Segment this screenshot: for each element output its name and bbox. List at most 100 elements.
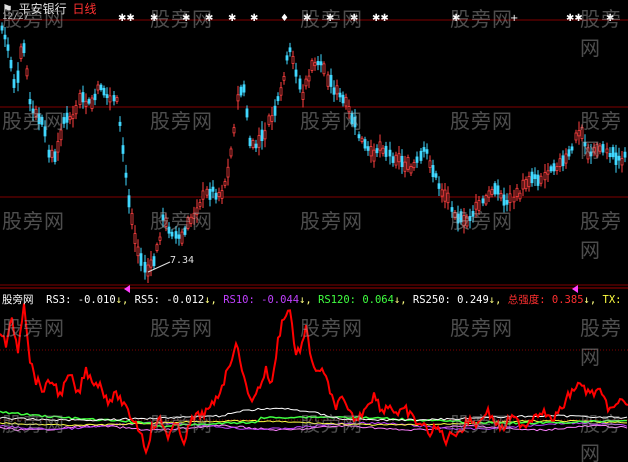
candle-body xyxy=(419,150,423,161)
candle-body xyxy=(124,172,128,178)
candle-body xyxy=(471,211,475,217)
signal-marker: ✱✱ xyxy=(566,13,583,24)
candle-body xyxy=(65,112,69,123)
total-strength-line xyxy=(0,303,628,456)
candle-body xyxy=(68,116,72,121)
indicator-label: RS120: xyxy=(311,294,363,306)
candle-body xyxy=(229,148,233,157)
candle-body xyxy=(102,87,106,96)
signal-marker: ♦ xyxy=(280,13,289,24)
candle-body xyxy=(254,143,258,149)
candle-body xyxy=(270,115,274,122)
candle-body xyxy=(96,84,100,91)
candle-body xyxy=(304,78,308,87)
period-label[interactable]: 日线 xyxy=(72,2,96,16)
candle-body xyxy=(409,166,413,174)
candle-body xyxy=(329,74,333,87)
candle-body xyxy=(586,147,590,160)
candle-body xyxy=(273,105,277,116)
candle-body xyxy=(440,189,444,197)
candle-body xyxy=(505,200,509,205)
candle-body xyxy=(456,213,460,224)
candle-body xyxy=(543,172,547,181)
candle-body xyxy=(549,166,553,172)
candle-body xyxy=(133,233,137,244)
candle-body xyxy=(611,147,615,158)
candle-body xyxy=(195,207,199,215)
candle-body xyxy=(592,146,596,153)
candle-body xyxy=(19,46,23,59)
candle-body xyxy=(434,173,438,178)
candle-body xyxy=(291,55,295,64)
candle-body xyxy=(50,149,54,158)
candle-body xyxy=(391,156,395,163)
candle-body xyxy=(487,190,491,198)
candle-body xyxy=(316,61,320,66)
candle-body xyxy=(406,156,410,170)
candle-body xyxy=(161,214,165,221)
candle-body xyxy=(344,96,348,107)
indicator-item: RS5: -0.012↓, xyxy=(128,294,217,306)
candle-body xyxy=(462,215,466,227)
candle-body xyxy=(313,62,317,67)
candle-body xyxy=(518,192,522,200)
candle-body xyxy=(403,161,407,172)
indicator-item: RS10: -0.044↓, xyxy=(217,294,312,306)
candle-body xyxy=(564,153,568,164)
candle-body xyxy=(143,261,147,273)
candle-body xyxy=(394,154,398,166)
candle-body xyxy=(322,63,326,75)
candle-body xyxy=(332,87,336,95)
candle-body xyxy=(167,226,171,234)
candle-body xyxy=(139,253,143,266)
candle-body xyxy=(493,183,497,195)
candle-body xyxy=(31,108,35,114)
candle-body xyxy=(177,234,181,239)
indicator-value: 0.385 xyxy=(551,294,584,306)
candle-body xyxy=(360,137,364,142)
candle-body xyxy=(192,212,196,219)
candle-body xyxy=(363,139,367,149)
candle-body xyxy=(341,94,345,104)
candle-body xyxy=(87,99,91,104)
candle-body xyxy=(43,126,47,137)
candle-body xyxy=(201,190,205,200)
candle-body xyxy=(446,192,450,204)
candle-body xyxy=(589,151,593,157)
kline-chart-canvas[interactable]: ✱✱ ✱ ✱ ✱ ✱ ✱ ♦ ✱ ✱ ✱ ✱✱ ✱ + ✱✱ ✱ xyxy=(0,0,628,462)
candle-body xyxy=(226,166,230,178)
candle-body xyxy=(294,69,298,77)
candle-body xyxy=(384,145,388,157)
candle-body xyxy=(84,100,88,107)
candle-body xyxy=(25,68,29,77)
candle-body xyxy=(422,147,426,152)
indicator-label: RS250: xyxy=(406,294,458,306)
candle-body xyxy=(372,149,376,162)
candle-body xyxy=(307,75,311,82)
candle-body xyxy=(468,216,472,222)
candle-body xyxy=(536,174,540,186)
down-arrow-icon: ↓, xyxy=(488,294,502,306)
candle-body xyxy=(285,55,289,61)
candle-body xyxy=(12,79,16,88)
candle-body xyxy=(388,149,392,157)
signal-marker: ✱ xyxy=(452,13,460,24)
candle-body xyxy=(208,188,212,200)
candle-body xyxy=(443,189,447,202)
candle-body xyxy=(186,217,190,229)
candle-body xyxy=(338,92,342,98)
candle-body xyxy=(90,97,94,109)
candle-body xyxy=(28,99,32,105)
candle-body xyxy=(375,148,379,154)
candle-body xyxy=(366,146,370,151)
rs3-line xyxy=(0,424,628,432)
indicator-label: TX: xyxy=(596,294,628,306)
candle-body xyxy=(301,91,305,100)
signal-marker: ✱ xyxy=(606,13,614,24)
indicator-label: RS5: xyxy=(128,294,167,306)
candle-body xyxy=(319,61,323,66)
candle-body xyxy=(567,149,571,157)
candle-body xyxy=(357,134,361,139)
candle-body xyxy=(570,146,574,151)
candle-body xyxy=(428,160,432,168)
